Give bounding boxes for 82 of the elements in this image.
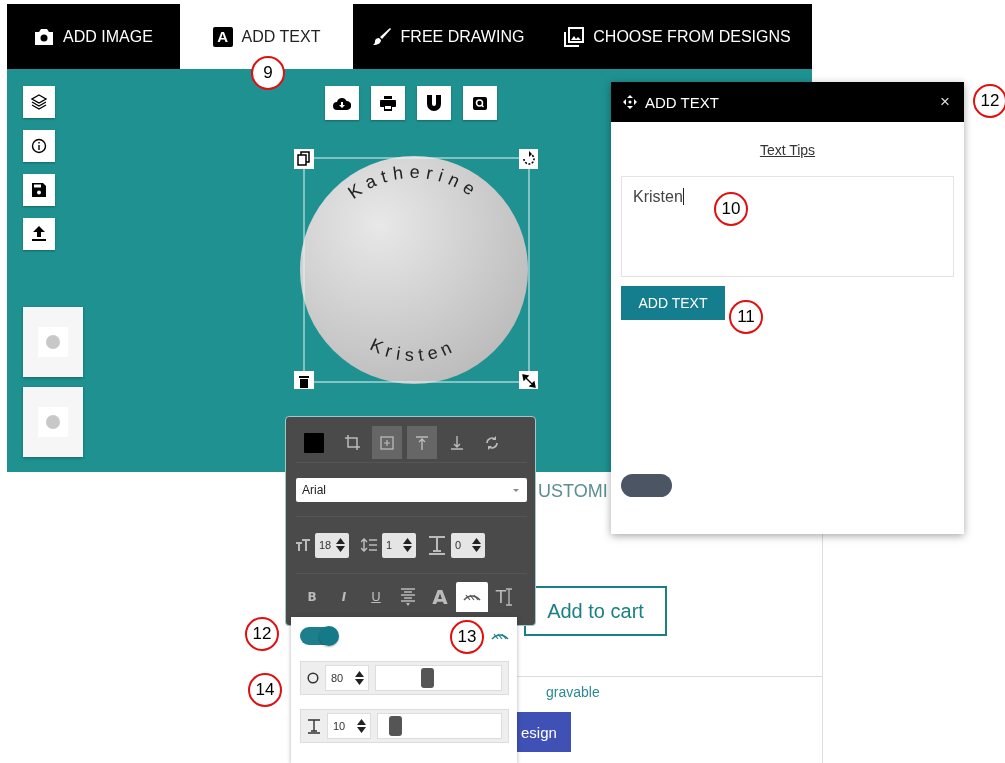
bold-button[interactable]: B [296, 581, 328, 612]
number-field[interactable]: 80 [325, 665, 369, 691]
locket-thumbnail-icon [38, 407, 68, 437]
spinner-arrows-icon[interactable] [402, 537, 413, 553]
add-to-cart-button[interactable]: Add to cart [524, 586, 667, 636]
callout-number: 14 [248, 673, 282, 707]
info-button[interactable] [23, 130, 55, 162]
move-icon [623, 95, 637, 109]
text-cursor-icon [506, 587, 513, 606]
center-button[interactable] [372, 426, 402, 460]
spinner-arrows-icon[interactable] [354, 670, 365, 686]
cloud-download-button[interactable] [325, 86, 359, 120]
thumbnail[interactable] [23, 387, 83, 457]
crop-icon [344, 435, 360, 451]
camera-icon [34, 27, 55, 46]
align-bottom-icon [451, 435, 463, 450]
align-center-icon [401, 587, 415, 606]
callout-number: 12 [245, 617, 279, 651]
align-top-icon [416, 435, 428, 450]
slider-thumb[interactable] [421, 668, 435, 688]
info-icon [31, 138, 47, 154]
text-cursor-button[interactable]: T [488, 581, 520, 612]
tab[interactable]: CHOOSE FROM DESIGNS [543, 4, 812, 69]
font-select[interactable]: Arial [296, 478, 527, 503]
save-icon [32, 183, 46, 197]
layers-icon [31, 94, 47, 110]
outline-button[interactable]: A [424, 581, 456, 612]
spinner-arrows-icon[interactable] [335, 537, 346, 553]
rotate-handle-icon[interactable] [519, 149, 538, 169]
tab[interactable]: ADD IMAGE [7, 4, 180, 69]
number-field[interactable]: 0 [451, 532, 485, 558]
thumbnail[interactable] [23, 307, 83, 377]
italic-button[interactable]: I [328, 581, 360, 612]
curve-text-icon [491, 631, 509, 641]
product-title: USTOMI [538, 481, 608, 502]
upload-button[interactable] [23, 218, 55, 250]
line-height-icon [361, 538, 377, 552]
number-field[interactable]: 18 [315, 532, 349, 558]
print-button[interactable] [371, 86, 405, 120]
spinner-arrows-icon[interactable] [356, 718, 367, 734]
text-tips-link[interactable]: Text Tips [759, 142, 816, 158]
layers-button[interactable] [23, 86, 55, 118]
font-size-icon [296, 539, 310, 551]
number-field[interactable]: 1 [382, 532, 416, 558]
zoom-button[interactable] [463, 86, 497, 120]
design-button[interactable]: esign [517, 712, 571, 752]
number-field[interactable]: 10 [327, 713, 371, 739]
circle-icon [307, 672, 319, 684]
tab[interactable]: FREE DRAWING [353, 4, 543, 69]
curved-text: Kristen [367, 334, 461, 366]
letter-icon: A [212, 26, 233, 47]
images-icon [564, 26, 585, 47]
pill-button[interactable] [621, 474, 672, 497]
spinner-arrows-icon[interactable] [471, 537, 482, 553]
dialog-title: ADD TEXT [645, 93, 720, 111]
center-icon [380, 435, 394, 450]
duplicate-icon[interactable] [294, 149, 314, 169]
color-swatch[interactable] [304, 432, 324, 453]
magnet-icon [427, 95, 441, 111]
underline-button[interactable]: U [360, 581, 392, 612]
upload-icon [32, 226, 46, 242]
dialog-header[interactable]: ADD TEXT × [611, 82, 964, 122]
zoom-icon [473, 96, 487, 110]
print-icon [380, 95, 396, 111]
close-button[interactable]: × [940, 92, 950, 112]
resize-handle-icon[interactable] [519, 371, 538, 389]
save-button[interactable] [23, 174, 55, 206]
letter-spacing-icon [307, 718, 321, 734]
cloud-download-icon [333, 96, 351, 110]
delete-icon[interactable] [294, 371, 314, 389]
add-text-button[interactable]: ADD TEXT [621, 286, 725, 320]
letter-spacing-icon [428, 535, 446, 555]
engravable-text: gravable [546, 684, 600, 700]
magnet-button[interactable] [417, 86, 451, 120]
brush-icon [371, 26, 392, 47]
callout-number: 12 [973, 84, 1005, 118]
locket-thumbnail-icon [38, 327, 68, 357]
rotate-icon [485, 435, 499, 450]
curve-button[interactable] [456, 581, 488, 612]
align-top-button[interactable] [407, 426, 437, 460]
slider-thumb[interactable] [389, 716, 403, 736]
curve-toggle[interactable] [300, 627, 338, 645]
